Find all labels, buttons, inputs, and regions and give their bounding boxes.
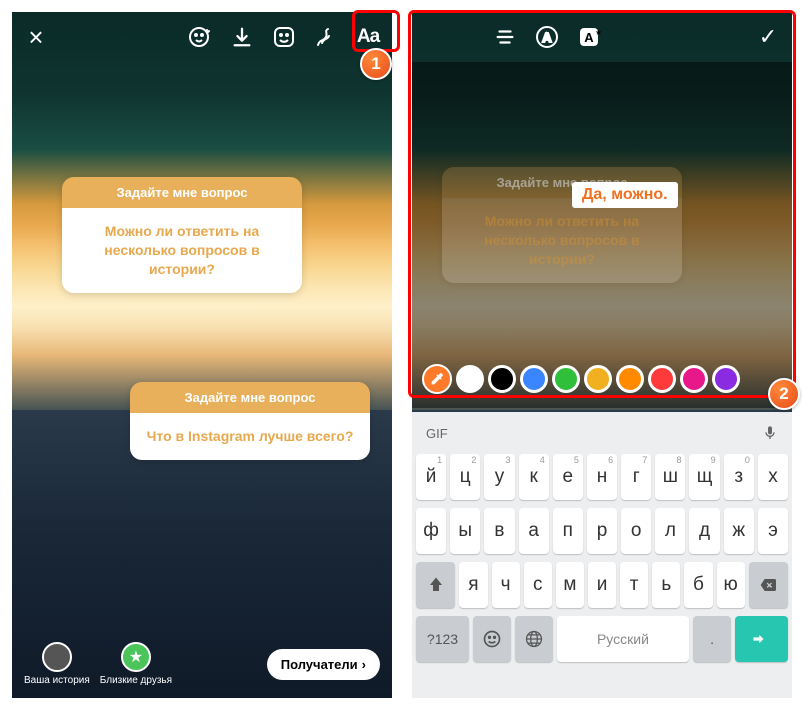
keyboard-key[interactable]: в (484, 508, 514, 554)
face-filter-icon[interactable] (188, 25, 212, 49)
emoji-key[interactable] (473, 616, 511, 662)
your-story-label: Ваша история (24, 675, 90, 686)
keyboard-key[interactable]: . (693, 616, 731, 662)
keyboard-key[interactable]: е5 (553, 454, 583, 500)
close-icon[interactable]: × (24, 25, 48, 49)
keyboard-key[interactable]: н6 (587, 454, 617, 500)
close-friends-label: Близкие друзья (100, 675, 172, 686)
keyboard-key[interactable]: о (621, 508, 651, 554)
sticker-icon[interactable] (272, 25, 296, 49)
color-swatch[interactable] (648, 365, 676, 393)
eyedropper-icon[interactable] (422, 364, 452, 394)
keyboard-key[interactable]: т (620, 562, 648, 608)
question-sticker-1[interactable]: Задайте мне вопрос Можно ли ответить на … (62, 177, 302, 293)
mic-icon[interactable] (762, 423, 778, 443)
keyboard-key[interactable]: ?123 (416, 616, 469, 662)
keyboard-suggestions: GIF (412, 412, 792, 454)
keyboard-key[interactable]: Русский (557, 616, 689, 662)
draw-icon[interactable] (314, 25, 338, 49)
text-align-icon[interactable] (493, 25, 517, 49)
keyboard: GIF й1ц2у3к4е5н6г7ш8щ9з0х фывапролджэ яч… (412, 412, 792, 698)
keyboard-key[interactable]: з0 (724, 454, 754, 500)
keyboard-key[interactable]: ч (492, 562, 520, 608)
question-sticker-header: Задайте мне вопрос (62, 177, 302, 208)
keyboard-key[interactable]: я (459, 562, 487, 608)
keyboard-key[interactable]: ц2 (450, 454, 480, 500)
question-sticker-body: Что в Instagram лучше всего? (130, 413, 370, 460)
text-tool-icon[interactable]: Aa (356, 25, 380, 49)
keyboard-key[interactable]: ж (724, 508, 754, 554)
text-topbar: A A★ ✓ (412, 12, 792, 62)
story-background (12, 12, 392, 698)
keyboard-key[interactable]: с (524, 562, 552, 608)
keyboard-key[interactable]: ф (416, 508, 446, 554)
keyboard-key[interactable]: у3 (484, 454, 514, 500)
callout-badge-1: 1 (360, 48, 392, 80)
svg-text:A: A (542, 30, 552, 45)
keyboard-key[interactable]: р (587, 508, 617, 554)
enter-key[interactable] (735, 616, 788, 662)
language-key[interactable] (515, 616, 553, 662)
color-swatch[interactable] (456, 365, 484, 393)
keyboard-key[interactable]: ы (450, 508, 480, 554)
callout-badge-2: 2 (768, 378, 800, 410)
keyboard-key[interactable]: ш8 (655, 454, 685, 500)
color-swatch[interactable] (680, 365, 708, 393)
color-swatch[interactable] (488, 365, 516, 393)
your-story-button[interactable]: Ваша история (24, 642, 90, 686)
color-swatch[interactable] (584, 365, 612, 393)
keyboard-key[interactable]: а (519, 508, 549, 554)
question-sticker-2[interactable]: Задайте мне вопрос Что в Instagram лучше… (130, 382, 370, 460)
gif-button[interactable]: GIF (426, 426, 448, 441)
color-swatch[interactable] (520, 365, 548, 393)
story-bottombar: Ваша история ★ Близкие друзья Получатели… (12, 642, 392, 686)
avatar (42, 642, 72, 672)
svg-text:A: A (584, 30, 594, 45)
keyboard-key[interactable]: л (655, 508, 685, 554)
keyboard-key[interactable]: ь (652, 562, 680, 608)
keyboard-key[interactable]: и (588, 562, 616, 608)
backspace-key[interactable] (749, 562, 788, 608)
color-swatch[interactable] (616, 365, 644, 393)
keyboard-key[interactable]: б (684, 562, 712, 608)
keyboard-key[interactable]: к4 (519, 454, 549, 500)
question-sticker-body: Можно ли ответить на несколько вопросов … (442, 198, 682, 283)
svg-text:★: ★ (595, 28, 601, 37)
keyboard-key[interactable]: щ9 (689, 454, 719, 500)
color-picker (416, 356, 788, 402)
recipients-button[interactable]: Получатели › (267, 649, 380, 680)
keyboard-key[interactable]: э (758, 508, 788, 554)
color-swatch[interactable] (552, 365, 580, 393)
keyboard-key[interactable]: д (689, 508, 719, 554)
keyboard-key[interactable]: й1 (416, 454, 446, 500)
keyboard-key[interactable]: ю (717, 562, 745, 608)
text-background-icon[interactable]: A★ (577, 25, 601, 49)
shift-key[interactable] (416, 562, 455, 608)
keyboard-key[interactable]: г7 (621, 454, 651, 500)
close-friends-button[interactable]: ★ Близкие друзья (100, 642, 172, 686)
font-style-icon[interactable]: A (535, 25, 559, 49)
done-icon[interactable]: ✓ (756, 25, 780, 49)
question-sticker-header: Задайте мне вопрос (130, 382, 370, 413)
recipients-label: Получатели (281, 657, 358, 672)
color-swatch[interactable] (712, 365, 740, 393)
story-editor-screen: × Aa Задайте мне вопрос Можно ли ответи (12, 12, 392, 698)
question-sticker-body: Можно ли ответить на несколько вопросов … (62, 208, 302, 293)
keyboard-key[interactable]: п (553, 508, 583, 554)
chevron-right-icon: › (362, 657, 366, 672)
star-icon: ★ (121, 642, 151, 672)
story-topbar: × Aa (12, 12, 392, 62)
text-editor-screen: A A★ ✓ Задайте мне вопрос Можно ли ответ… (412, 12, 792, 698)
keyboard-key[interactable]: м (556, 562, 584, 608)
text-input-overlay[interactable]: Да, можно. (572, 182, 678, 208)
keyboard-key[interactable]: х (758, 454, 788, 500)
download-icon[interactable] (230, 25, 254, 49)
